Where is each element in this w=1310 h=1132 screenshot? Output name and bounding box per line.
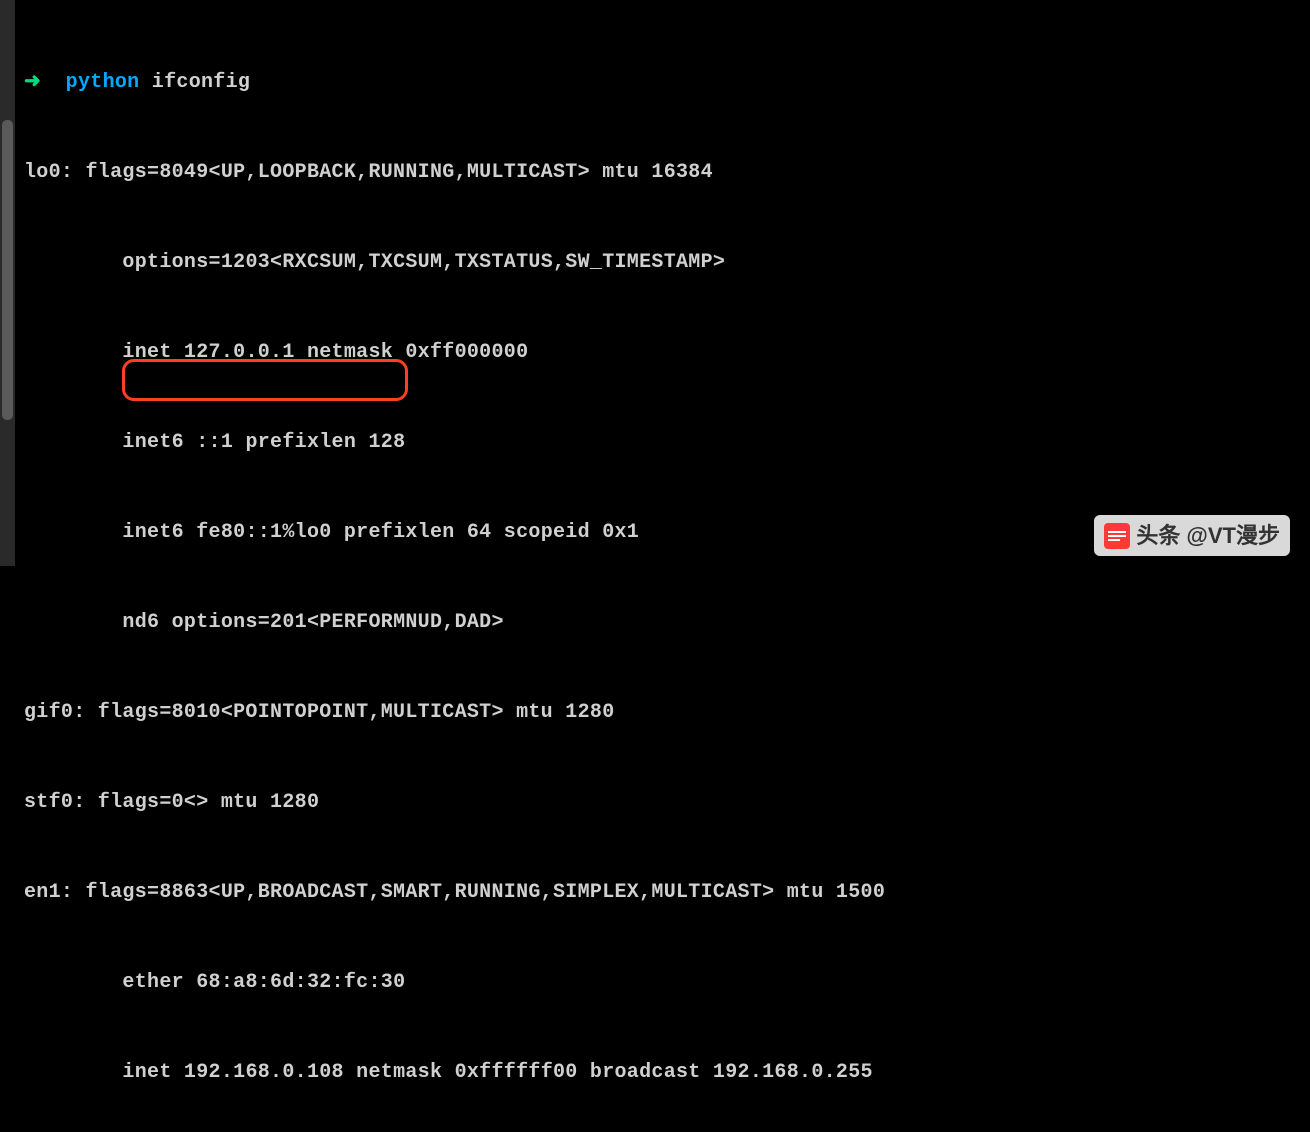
- watermark: 头条 @VT漫步: [1094, 515, 1290, 556]
- prompt-arrow-icon: ➜: [24, 71, 41, 94]
- watermark-prefix: 头条: [1136, 519, 1180, 552]
- output-line: gif0: flags=8010<POINTOPOINT,MULTICAST> …: [24, 698, 1310, 728]
- scrollbar[interactable]: [0, 0, 15, 566]
- output-line: inet 127.0.0.1 netmask 0xff000000: [24, 338, 1310, 368]
- output-line: options=1203<RXCSUM,TXCSUM,TXSTATUS,SW_T…: [24, 248, 1310, 278]
- toutiao-icon: [1104, 523, 1130, 549]
- output-line: inet6 ::1 prefixlen 128: [24, 428, 1310, 458]
- scrollbar-thumb[interactable]: [2, 120, 13, 420]
- output-line: nd6 options=201<PERFORMNUD,DAD>: [24, 608, 1310, 638]
- output-line-highlighted: inet 192.168.0.108 netmask 0xffffff00 br…: [24, 1058, 1310, 1088]
- output-line: ether 68:a8:6d:32:fc:30: [24, 968, 1310, 998]
- output-line: stf0: flags=0<> mtu 1280: [24, 788, 1310, 818]
- prompt-context: python: [66, 71, 140, 94]
- output-line: lo0: flags=8049<UP,LOOPBACK,RUNNING,MULT…: [24, 158, 1310, 188]
- watermark-author: @VT漫步: [1186, 519, 1280, 552]
- output-line: en1: flags=8863<UP,BROADCAST,SMART,RUNNI…: [24, 878, 1310, 908]
- terminal-output: ➜ python ifconfig lo0: flags=8049<UP,LOO…: [0, 0, 1310, 1132]
- command-text: ifconfig: [152, 71, 250, 94]
- prompt-line: ➜ python ifconfig: [24, 68, 1310, 98]
